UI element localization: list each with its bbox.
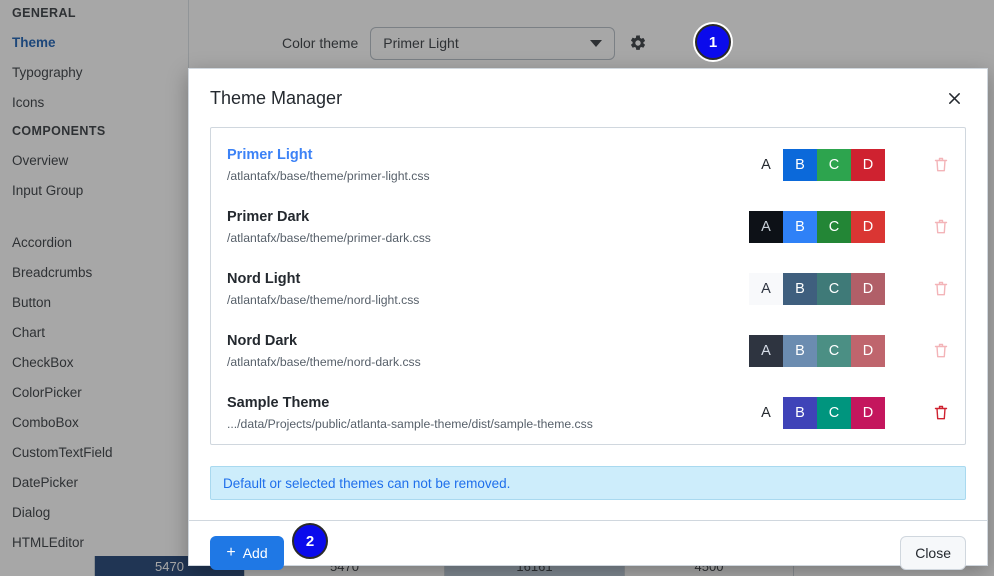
color-swatch-b: B bbox=[783, 397, 817, 429]
add-button-label: Add bbox=[242, 544, 268, 561]
notice-text: Default or selected themes can not be re… bbox=[223, 475, 511, 491]
color-swatch-b: B bbox=[783, 149, 817, 181]
delete-theme-icon bbox=[931, 278, 951, 300]
step-badge-2: 2 bbox=[292, 523, 328, 559]
theme-path: /atlantafx/base/theme/primer-dark.css bbox=[227, 231, 431, 245]
theme-info: Nord Dark/atlantafx/base/theme/nord-dark… bbox=[227, 331, 749, 371]
app-root: GENERAL Theme Typography Icons COMPONENTS Ove… bbox=[0, 0, 994, 576]
theme-info: Primer Light/atlantafx/base/theme/primer… bbox=[227, 145, 749, 185]
dialog-title: Theme Manager bbox=[210, 87, 343, 108]
theme-name: Nord Light bbox=[227, 271, 301, 287]
color-swatch-d: D bbox=[851, 397, 885, 429]
theme-info: Sample Theme .../data/Projects/public/atl… bbox=[227, 393, 749, 433]
theme-row[interactable]: Primer Light/atlantafx/base/theme/primer… bbox=[211, 134, 965, 196]
theme-path: .../data/Projects/public/atlanta-sample-… bbox=[227, 417, 593, 431]
close-icon[interactable] bbox=[942, 86, 966, 110]
theme-color-swatches: ABCD bbox=[749, 211, 885, 243]
theme-info: Primer Dark/atlantafx/base/theme/primer-… bbox=[227, 207, 749, 247]
theme-name: Primer Light bbox=[227, 147, 313, 163]
theme-path: /atlantafx/base/theme/nord-light.css bbox=[227, 293, 420, 307]
theme-color-swatches: ABCD bbox=[749, 273, 885, 305]
theme-color-swatches: ABCD bbox=[749, 335, 885, 367]
theme-manager-dialog: Theme Manager Primer Light/atlantafx/bas… bbox=[188, 68, 988, 570]
notice-banner: Default or selected themes can not be re… bbox=[210, 466, 966, 500]
close-button[interactable]: Close bbox=[900, 535, 966, 570]
theme-row[interactable]: Nord Light/atlantafx/base/theme/nord-lig… bbox=[211, 258, 965, 320]
theme-row[interactable]: Sample Theme .../data/Projects/public/atl… bbox=[211, 382, 965, 444]
delete-theme-icon bbox=[931, 216, 951, 238]
color-swatch-c: C bbox=[817, 397, 851, 429]
color-swatch-d: D bbox=[851, 335, 885, 367]
step-badge-1: 1 bbox=[695, 24, 731, 60]
theme-color-swatches: ABCD bbox=[749, 149, 885, 181]
dialog-body: Primer Light/atlantafx/base/theme/primer… bbox=[189, 127, 987, 500]
color-swatch-c: C bbox=[817, 273, 851, 305]
theme-list[interactable]: Primer Light/atlantafx/base/theme/primer… bbox=[210, 127, 966, 445]
color-swatch-a: A bbox=[749, 273, 783, 305]
delete-theme-icon bbox=[931, 340, 951, 362]
theme-row[interactable]: Primer Dark/atlantafx/base/theme/primer-… bbox=[211, 196, 965, 258]
color-swatch-a: A bbox=[749, 149, 783, 181]
color-swatch-c: C bbox=[817, 335, 851, 367]
color-swatch-c: C bbox=[817, 211, 851, 243]
theme-row[interactable]: Nord Dark/atlantafx/base/theme/nord-dark… bbox=[211, 320, 965, 382]
color-swatch-a: A bbox=[749, 211, 783, 243]
color-swatch-a: A bbox=[749, 397, 783, 429]
theme-name: Sample Theme bbox=[227, 395, 330, 411]
theme-info: Nord Light/atlantafx/base/theme/nord-lig… bbox=[227, 269, 749, 309]
theme-color-swatches: ABCD bbox=[749, 397, 885, 429]
add-button[interactable]: + Add bbox=[210, 535, 284, 570]
dialog-header: Theme Manager bbox=[189, 69, 987, 127]
color-swatch-d: D bbox=[851, 211, 885, 243]
theme-name: Primer Dark bbox=[227, 209, 310, 225]
color-swatch-b: B bbox=[783, 211, 817, 243]
delete-theme-icon bbox=[931, 154, 951, 176]
theme-name: Nord Dark bbox=[227, 333, 298, 349]
plus-icon: + bbox=[226, 543, 236, 561]
color-swatch-a: A bbox=[749, 335, 783, 367]
color-swatch-d: D bbox=[851, 273, 885, 305]
color-swatch-b: B bbox=[783, 335, 817, 367]
theme-path: /atlantafx/base/theme/primer-light.css bbox=[227, 169, 430, 183]
color-swatch-c: C bbox=[817, 149, 851, 181]
delete-theme-icon[interactable] bbox=[931, 402, 951, 424]
color-swatch-b: B bbox=[783, 273, 817, 305]
color-swatch-d: D bbox=[851, 149, 885, 181]
theme-path: /atlantafx/base/theme/nord-dark.css bbox=[227, 355, 421, 369]
